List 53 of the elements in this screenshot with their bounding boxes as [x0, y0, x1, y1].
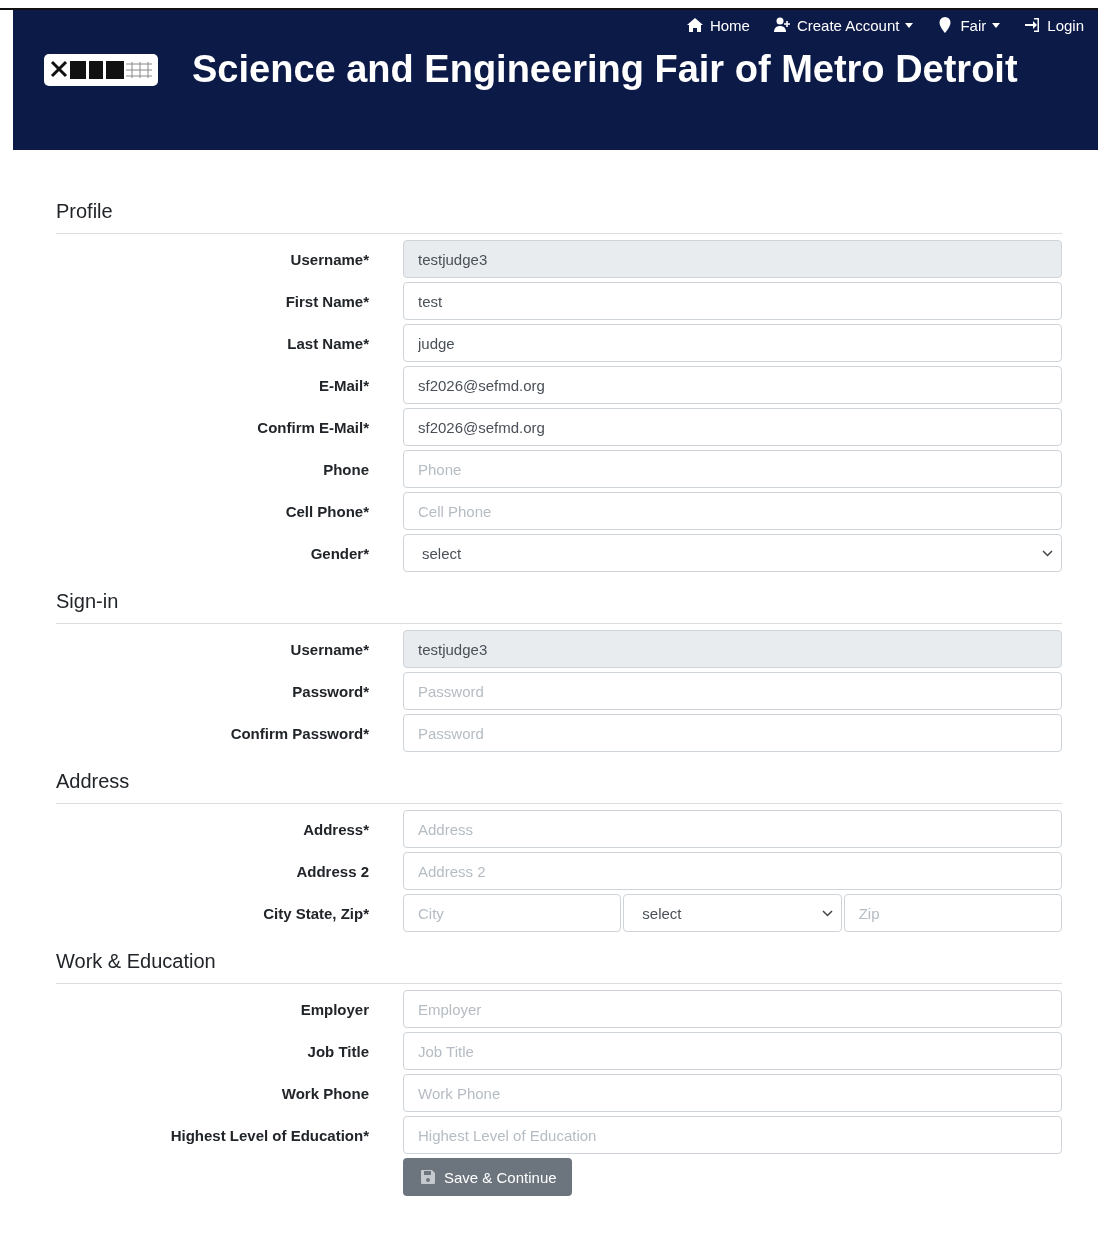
section-heading: Address [56, 770, 1062, 804]
field-label: E-Mail* [318, 376, 369, 394]
input-field[interactable]: sf2026@sefmd.org [403, 366, 1062, 404]
field-label: Gender* [309, 544, 369, 562]
input-field[interactable]: Work Phone [403, 1074, 1062, 1112]
login-icon [1024, 17, 1041, 33]
nav-link[interactable]: Home [686, 16, 750, 34]
select-field[interactable]: select [403, 534, 1062, 572]
section-heading: Sign-in [56, 590, 1062, 624]
caret-icon [905, 22, 914, 28]
input-field[interactable]: Job Title [403, 1032, 1062, 1070]
nav-link[interactable]: Fair [937, 16, 1001, 34]
field-label: Last Name* [286, 334, 369, 352]
field-label: Address 2 [295, 862, 369, 880]
section-heading: Work & Education [56, 950, 1062, 984]
home-icon [686, 17, 703, 33]
field-label: Password* [291, 682, 369, 700]
input-field[interactable]: Cell Phone [403, 492, 1062, 530]
input-field[interactable]: Zip [843, 894, 1062, 932]
input-field[interactable]: Address 2 [403, 852, 1062, 890]
field-label: City State, Zip* [262, 904, 369, 922]
field-label: Address* [302, 820, 369, 838]
input-field[interactable]: sf2026@sefmd.org [403, 408, 1062, 446]
select-field[interactable]: select [623, 894, 842, 932]
chevron-down-icon [1042, 549, 1053, 557]
field-label: First Name* [284, 292, 369, 310]
field-label: Employer [299, 1000, 369, 1018]
field-label: Confirm Password* [229, 724, 369, 742]
section-heading: Profile [56, 200, 1062, 234]
input-field[interactable]: Phone [403, 450, 1062, 488]
input-field[interactable]: test [403, 282, 1062, 320]
input-field[interactable]: Employer [403, 990, 1062, 1028]
field-label: Highest Level of Education* [169, 1126, 369, 1144]
input-field[interactable]: judge [403, 324, 1062, 362]
input-field[interactable]: Address [403, 810, 1062, 848]
input-field[interactable]: Password [403, 672, 1062, 710]
field-label: Confirm E-Mail* [256, 418, 369, 436]
caret-icon [992, 22, 1001, 28]
field-label: Phone [322, 460, 369, 478]
chevron-down-icon [821, 909, 833, 917]
field-label: Cell Phone* [284, 502, 369, 520]
nav-link[interactable]: Create Account [773, 16, 914, 34]
user-add-icon [773, 17, 790, 33]
field-label: Username* [289, 250, 369, 268]
site-title: Science and Engineering Fair of Metro Detroit [192, 48, 1018, 91]
save-button[interactable]: Save & Continue [403, 1158, 572, 1196]
nav-link[interactable]: Login [1024, 16, 1084, 34]
field-label: Username* [289, 640, 369, 658]
field-label: Job Title [306, 1042, 369, 1060]
input-field[interactable]: Highest Level of Education [403, 1116, 1062, 1154]
input-field[interactable]: Password [403, 714, 1062, 752]
field-label: Work Phone [280, 1084, 369, 1102]
input-field[interactable]: City [403, 894, 622, 932]
